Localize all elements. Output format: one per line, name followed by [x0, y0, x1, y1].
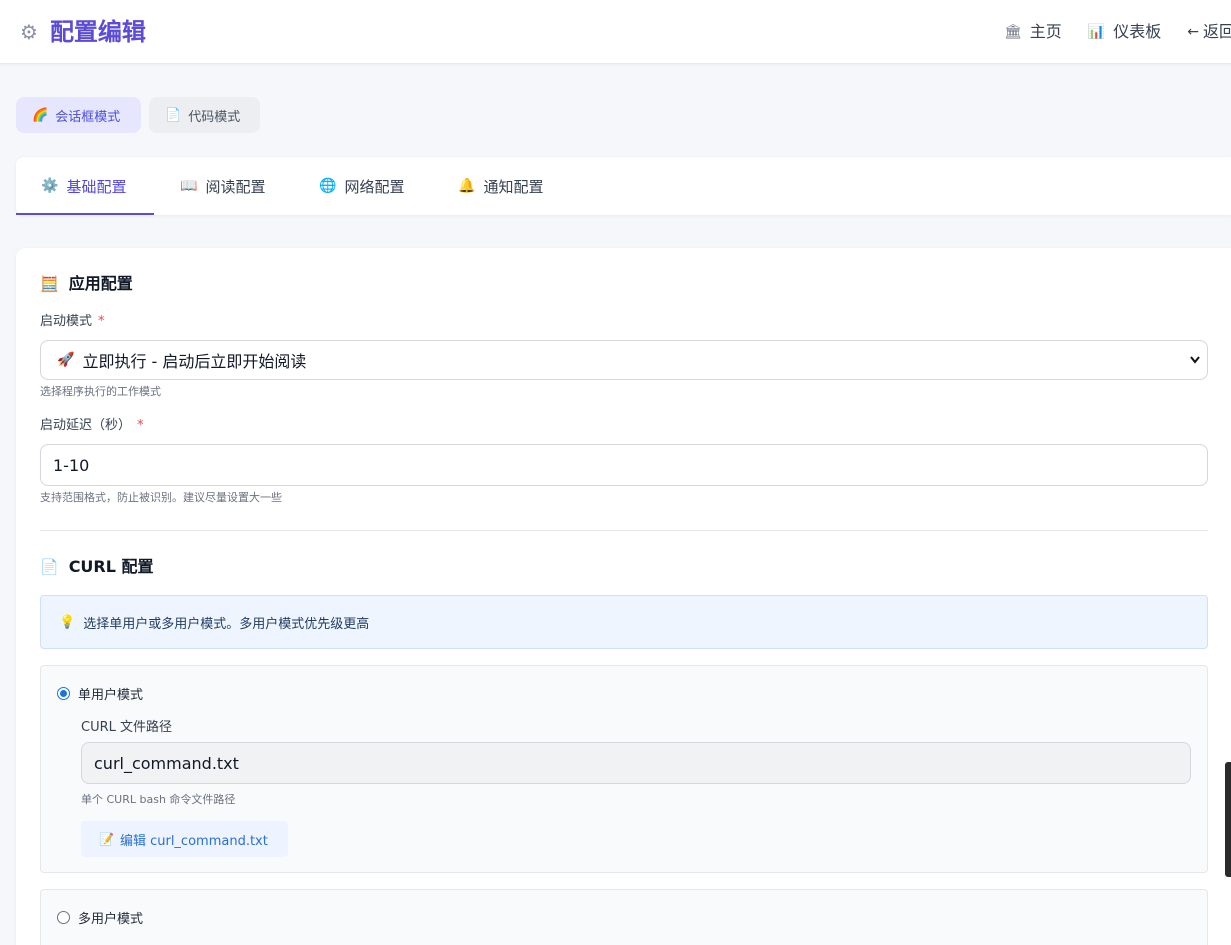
- config-tabs: ⚙️ 基础配置 📖 阅读配置 🌐 网络配置 🔔 通知配置: [16, 157, 1231, 215]
- single-user-label: 单用户模式: [78, 688, 144, 703]
- tab-notification-label: 通知配置: [483, 177, 544, 196]
- nav-home-label: 主页: [1029, 22, 1062, 41]
- config-card: 🧮 应用配置 启动模式 * 🚀 立即执行 - 启动后立即开始阅读 选择程序执行的工…: [16, 248, 1231, 945]
- section-divider: [40, 530, 1208, 531]
- curl-info-alert: 💡 选择单用户或多用户模式。多用户模式优先级更高: [40, 595, 1208, 649]
- nav-dashboard-label: 仪表板: [1113, 22, 1162, 41]
- required-mark: *: [137, 418, 144, 433]
- top-header: ⚙ 配置编辑 🏛 主页 📊 仪表板 ← 返回: [0, 0, 1231, 64]
- code-mode-label: 代码模式: [188, 109, 241, 125]
- rocket-icon: 🚀: [57, 352, 75, 368]
- delay-label: 启动延迟（秒） *: [40, 418, 144, 434]
- multi-user-radio[interactable]: [57, 911, 70, 924]
- start-mode-select[interactable]: 🚀 立即执行 - 启动后立即开始阅读: [40, 340, 1208, 380]
- nav-back-label: 返回: [1202, 22, 1231, 41]
- abacus-icon: 🧮: [40, 275, 59, 293]
- brand: ⚙ 配置编辑: [20, 18, 146, 46]
- nav-home-link[interactable]: 🏛 主页: [1004, 20, 1062, 44]
- delay-input[interactable]: [40, 444, 1208, 486]
- tab-network[interactable]: 🌐 网络配置: [319, 157, 404, 215]
- tab-reading[interactable]: 📖 阅读配置: [180, 157, 265, 215]
- edit-curl-file-label: 编辑 curl_command.txt: [119, 833, 268, 849]
- gear-icon: ⚙: [20, 20, 38, 44]
- dialog-mode-label: 会话框模式: [55, 109, 121, 125]
- single-user-panel: 单用户模式 CURL 文件路径 单个 CURL bash 命令文件路径 📝 编辑…: [40, 665, 1208, 873]
- app-config-title-text: 应用配置: [68, 274, 133, 293]
- book-icon: 📖: [180, 178, 198, 194]
- start-mode-hint: 选择程序执行的工作模式: [40, 385, 161, 398]
- document-icon: 📄: [40, 558, 59, 576]
- page-title: 配置编辑: [49, 18, 146, 46]
- nav-dashboard-link[interactable]: 📊 仪表板: [1088, 20, 1161, 44]
- tab-basic[interactable]: ⚙️ 基础配置: [16, 157, 154, 215]
- curl-info-text: 选择单用户或多用户模式。多用户模式优先级更高: [83, 616, 370, 632]
- globe-icon: 🌐: [319, 178, 337, 194]
- start-mode-label: 启动模式 *: [40, 314, 105, 330]
- curl-file-path-label: CURL 文件路径: [81, 720, 173, 735]
- tab-reading-label: 阅读配置: [205, 177, 266, 196]
- single-user-radio[interactable]: [57, 687, 70, 700]
- multi-user-label: 多用户模式: [78, 912, 144, 927]
- curl-config-title: 📄 CURL 配置: [40, 557, 154, 577]
- lightbulb-icon: 💡: [59, 614, 76, 630]
- arrow-left-icon: ←: [1187, 24, 1199, 40]
- tab-notification[interactable]: 🔔 通知配置: [458, 157, 543, 215]
- rainbow-icon: 🌈: [32, 107, 49, 123]
- gear-icon: ⚙️: [41, 178, 59, 194]
- dialog-mode-button[interactable]: 🌈 会话框模式: [16, 97, 141, 133]
- curl-file-path-hint: 单个 CURL bash 命令文件路径: [81, 793, 236, 806]
- start-mode-label-text: 启动模式: [40, 314, 93, 329]
- nav-back-link[interactable]: ← 返回: [1187, 20, 1231, 44]
- app-config-title: 🧮 应用配置: [40, 274, 133, 294]
- delay-label-text: 启动延迟（秒）: [40, 418, 132, 433]
- document-icon: 📄: [165, 107, 182, 123]
- single-user-radio-row[interactable]: 单用户模式: [57, 684, 143, 703]
- bell-icon: 🔔: [458, 178, 476, 194]
- tab-network-label: 网络配置: [344, 177, 405, 196]
- chart-icon: 📊: [1087, 24, 1106, 40]
- bank-icon: 🏛: [1004, 24, 1022, 40]
- required-mark: *: [98, 314, 105, 329]
- multi-user-radio-row[interactable]: 多用户模式: [57, 908, 143, 927]
- curl-file-path-input[interactable]: [81, 742, 1191, 784]
- curl-config-title-text: CURL 配置: [68, 557, 154, 576]
- code-mode-button[interactable]: 📄 代码模式: [149, 97, 260, 133]
- edit-icon: 📝: [99, 832, 114, 846]
- edit-curl-file-button[interactable]: 📝 编辑 curl_command.txt: [81, 821, 288, 857]
- top-nav: 🏛 主页 📊 仪表板 ← 返回: [978, 20, 1231, 44]
- tab-basic-label: 基础配置: [66, 177, 127, 196]
- start-mode-value: 立即执行 - 启动后立即开始阅读: [82, 352, 307, 371]
- chevron-down-icon: [1189, 352, 1201, 371]
- scrollbar-thumb[interactable]: [1225, 762, 1231, 877]
- delay-hint: 支持范围格式，防止被识别。建议尽量设置大一些: [40, 491, 282, 504]
- multi-user-panel: 多用户模式: [40, 889, 1208, 945]
